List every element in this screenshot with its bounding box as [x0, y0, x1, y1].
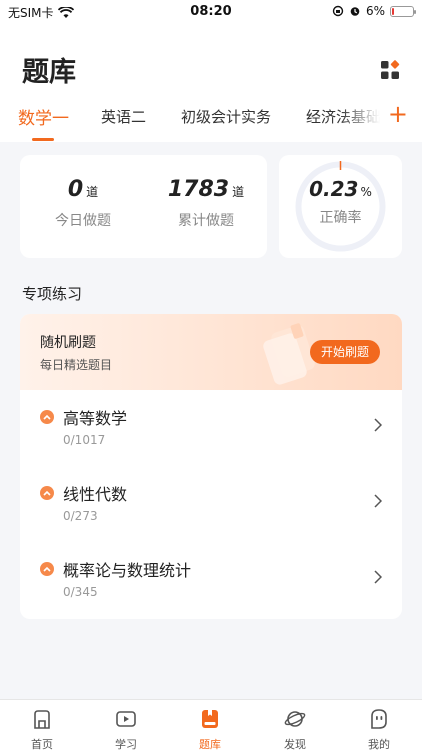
subject-progress: 0/345 [63, 585, 98, 599]
play-icon [116, 711, 136, 727]
home-icon [34, 710, 50, 729]
subject-progress: 0/273 [63, 509, 98, 523]
nav-label: 我的 [368, 738, 390, 750]
total-unit: 道 [232, 185, 245, 199]
banner-title: 随机刷题 [40, 335, 96, 351]
total-label: 累计做题 [178, 213, 234, 229]
nav-home[interactable]: 首页 [0, 700, 84, 750]
subject-tabs: 数学一 英语二 初级会计实务 经济法基础 [0, 100, 380, 142]
battery-percent: 6% [365, 4, 385, 18]
tab-accounting[interactable]: 初级会计实务 [181, 106, 271, 127]
section-title: 专项练习 [22, 285, 83, 303]
subject-item-advanced-math[interactable]: 高等数学 0/1017 [20, 390, 402, 466]
subject-name: 高等数学 [63, 409, 128, 428]
bottom-nav: 首页 学习 题库 发现 我的 [0, 699, 422, 750]
subject-item-linear-algebra[interactable]: 线性代数 0/273 [20, 466, 402, 542]
nav-label: 发现 [284, 738, 306, 750]
today-unit: 道 [86, 185, 99, 199]
category-grid-icon[interactable] [380, 60, 400, 80]
battery-level [392, 7, 394, 15]
tabs-fade [340, 100, 380, 140]
expand-icon [40, 562, 54, 576]
today-count: 0 [67, 177, 84, 202]
alarm-icon [350, 7, 360, 16]
chevron-right-icon [374, 570, 382, 584]
today-label: 今日做题 [55, 213, 111, 229]
active-tab-indicator [32, 138, 54, 141]
battery-icon [390, 5, 416, 17]
subject-progress: 0/1017 [63, 433, 106, 447]
tab-english-two[interactable]: 英语二 [101, 106, 146, 127]
nav-label: 题库 [199, 738, 221, 750]
tab-math-one[interactable]: 数学一 [18, 104, 69, 129]
expand-icon [40, 486, 54, 500]
rotation-lock-icon [332, 5, 344, 17]
add-subject-button[interactable]: + [388, 102, 408, 126]
accuracy-value: 0.23 [309, 177, 359, 201]
today-stat: 0道 今日做题 [28, 177, 138, 230]
book-icon [202, 710, 218, 728]
total-count: 1783 [167, 177, 230, 202]
profile-icon [371, 709, 387, 729]
nav-label: 首页 [31, 738, 53, 750]
nav-profile[interactable]: 我的 [337, 700, 421, 750]
nav-question-bank[interactable]: 题库 [168, 700, 252, 750]
expand-icon [40, 410, 54, 424]
accuracy-card: 0.23% 正确率 [279, 155, 402, 258]
subject-name: 概率论与数理统计 [63, 561, 192, 580]
nav-study[interactable]: 学习 [84, 700, 168, 750]
page-title: 题库 [22, 57, 76, 88]
random-practice-banner[interactable]: 随机刷题 每日精选题目 开始刷题 [20, 314, 402, 390]
accuracy-label: 正确率 [319, 210, 362, 226]
status-bar: 无SIM卡 08:20 6% [0, 0, 422, 22]
nav-label: 学习 [115, 738, 137, 750]
banner-subtitle: 每日精选题目 [40, 358, 113, 372]
chevron-right-icon [374, 418, 382, 432]
practice-card: 随机刷题 每日精选题目 开始刷题 高等数学 0/1017 线性代数 0/273 … [20, 314, 402, 619]
total-stat: 1783 道 累计做题 [151, 177, 261, 230]
header: 题库 数学一 英语二 初级会计实务 经济法基础 + [0, 22, 422, 142]
nav-discover[interactable]: 发现 [253, 700, 337, 750]
planet-icon [284, 711, 306, 727]
subject-item-probability[interactable]: 概率论与数理统计 0/345 [20, 542, 402, 618]
chevron-right-icon [374, 494, 382, 508]
accuracy-unit: % [360, 185, 372, 199]
start-practice-button[interactable]: 开始刷题 [310, 340, 380, 364]
subject-name: 线性代数 [63, 485, 128, 504]
stats-card: 0道 今日做题 1783 道 累计做题 [20, 155, 267, 258]
